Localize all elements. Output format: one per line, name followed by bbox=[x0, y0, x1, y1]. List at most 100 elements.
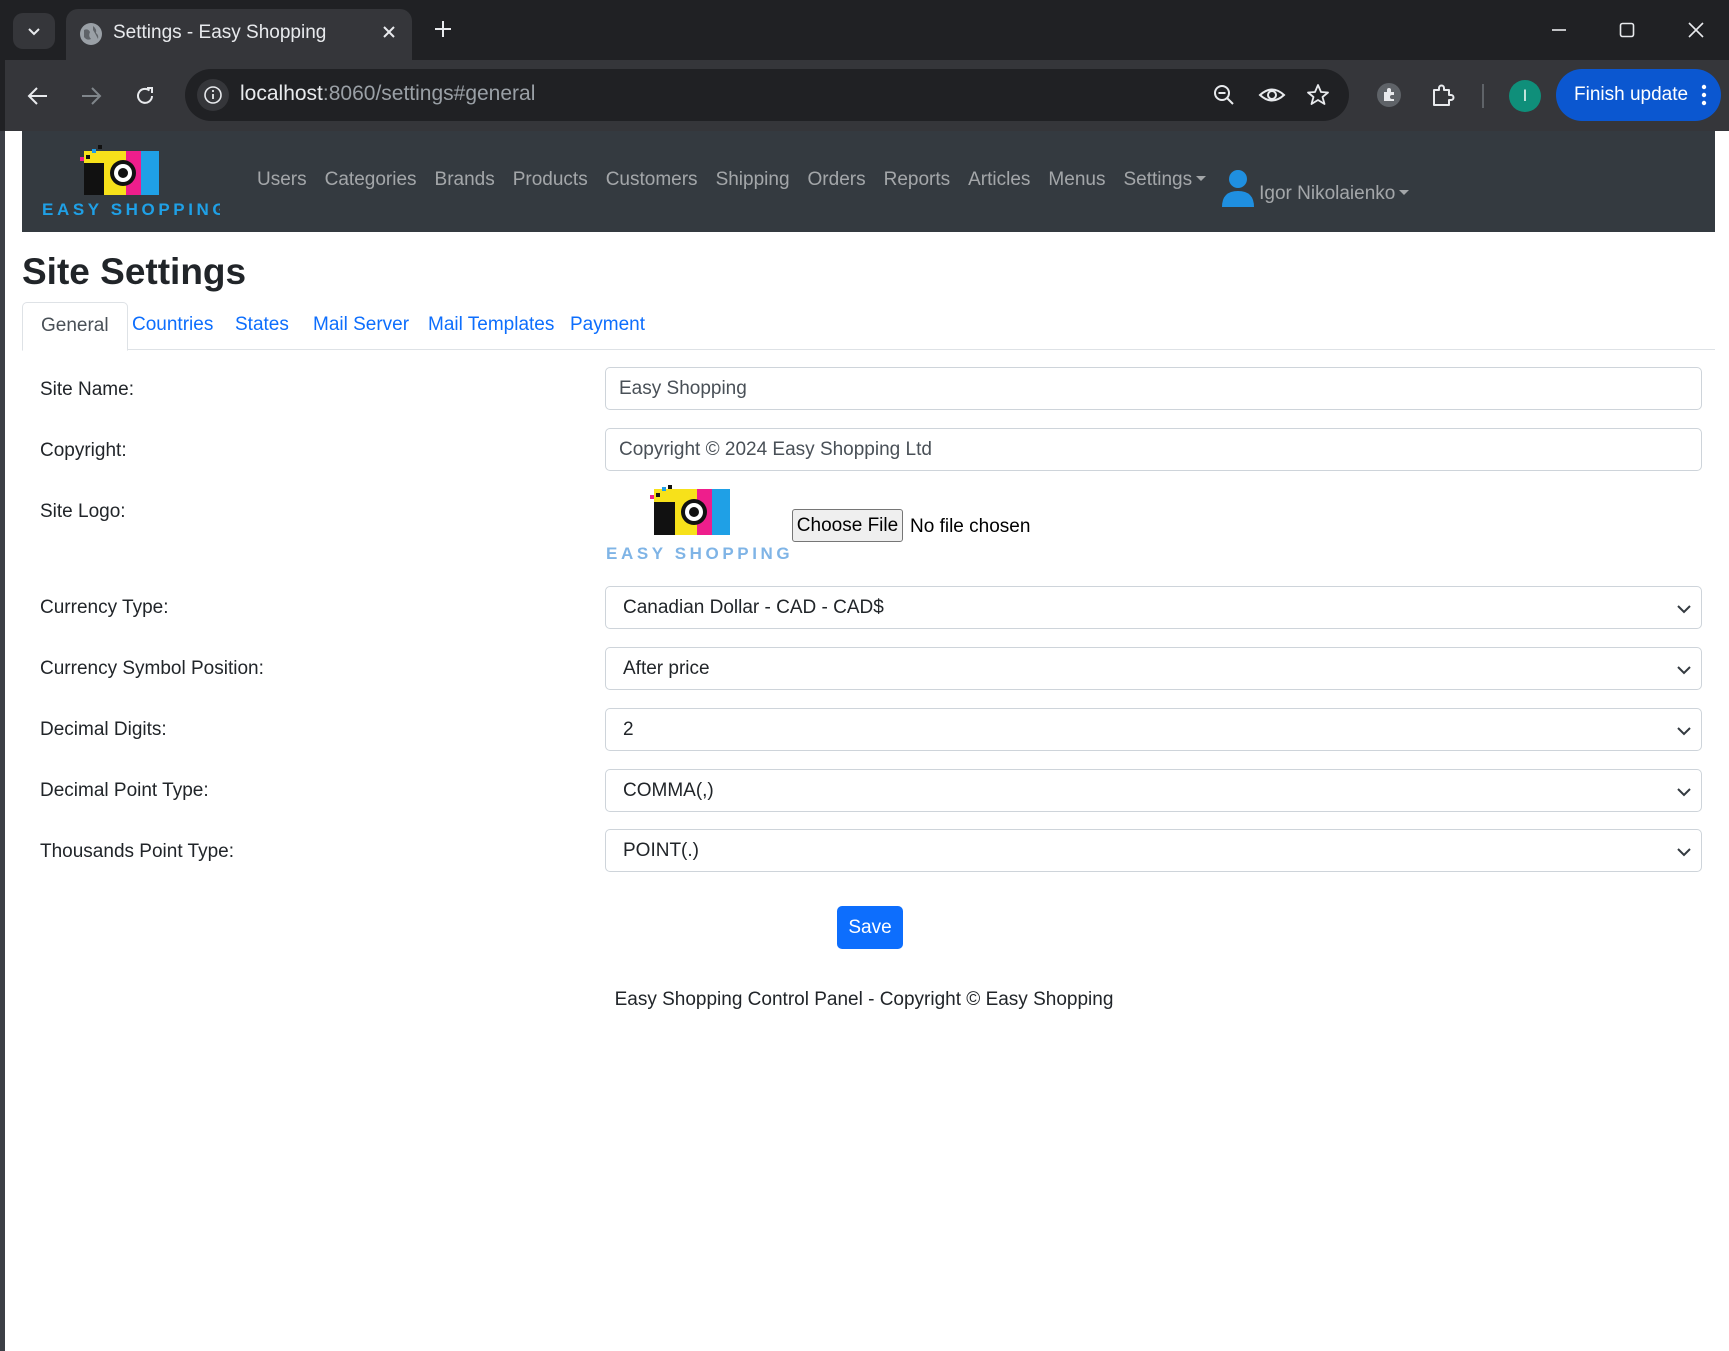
chevron-down-icon bbox=[1677, 788, 1691, 797]
extension-puzzle-icon bbox=[1377, 83, 1401, 107]
nav-dropdown-user[interactable]: Igor Nikolaienko bbox=[1215, 169, 1418, 207]
extensions-menu-button[interactable] bbox=[1425, 77, 1461, 113]
browser-tab-strip: Settings - Easy Shopping bbox=[0, 0, 1729, 60]
symbol-position-value: After price bbox=[623, 658, 710, 679]
thousands-point-value: POINT(.) bbox=[623, 840, 699, 861]
address-bar[interactable]: localhost:8060/settings#general bbox=[185, 69, 1349, 121]
logo-preview-text: EASY SHOPPING bbox=[606, 544, 790, 563]
settings-tabs: General Countries States Mail Server Mai… bbox=[22, 302, 1715, 351]
new-tab-button[interactable] bbox=[428, 14, 458, 44]
user-name: Igor Nikolaienko bbox=[1259, 183, 1409, 204]
toolbar-separator bbox=[1482, 84, 1484, 108]
nav-link-reports[interactable]: Reports bbox=[875, 169, 960, 207]
maximize-button[interactable] bbox=[1605, 12, 1649, 48]
nav-link-shipping[interactable]: Shipping bbox=[707, 169, 799, 207]
forward-button[interactable] bbox=[71, 76, 111, 116]
minimize-icon bbox=[1552, 29, 1566, 31]
copyright-input[interactable]: Copyright © 2024 Easy Shopping Ltd bbox=[605, 428, 1702, 471]
visibility-button[interactable] bbox=[1257, 80, 1287, 110]
nav-link-categories[interactable]: Categories bbox=[316, 169, 426, 207]
finish-update-button[interactable]: Finish update bbox=[1556, 69, 1721, 121]
thousands-point-select[interactable]: POINT(.) bbox=[605, 829, 1702, 872]
finish-update-label: Finish update bbox=[1574, 84, 1689, 105]
symbol-position-label: Currency Symbol Position: bbox=[40, 658, 264, 679]
url-path: :8060/settings#general bbox=[322, 82, 536, 105]
puzzle-icon bbox=[1433, 84, 1455, 106]
choose-file-button[interactable]: Choose File bbox=[792, 509, 903, 542]
tab-payment[interactable]: Payment bbox=[552, 302, 663, 350]
tab-general[interactable]: General bbox=[22, 302, 128, 351]
nav-link-products[interactable]: Products bbox=[504, 169, 597, 207]
nav-links: Users Categories Brands Products Custome… bbox=[248, 169, 1418, 207]
file-status: No file chosen bbox=[910, 516, 1031, 537]
tab-mail-server[interactable]: Mail Server bbox=[295, 302, 427, 350]
page-title: Site Settings bbox=[22, 251, 247, 292]
decimal-digits-select[interactable]: 2 bbox=[605, 708, 1702, 751]
decimal-digits-label: Decimal Digits: bbox=[40, 719, 167, 740]
decimal-point-value: COMMA(,) bbox=[623, 780, 714, 801]
tab-states[interactable]: States bbox=[217, 302, 307, 350]
maximize-icon bbox=[1619, 22, 1635, 38]
eye-icon bbox=[1258, 88, 1286, 102]
site-info-button[interactable] bbox=[197, 79, 229, 111]
back-button[interactable] bbox=[18, 76, 58, 116]
thousands-point-label: Thousands Point Type: bbox=[40, 841, 234, 862]
decimal-point-label: Decimal Point Type: bbox=[40, 780, 209, 801]
currency-type-select[interactable]: Canadian Dollar - CAD - CAD$ bbox=[605, 586, 1702, 629]
easy-shopping-logo: EASY SHOPPING bbox=[42, 145, 226, 219]
tab-countries[interactable]: Countries bbox=[114, 302, 231, 350]
brand-text: EASY SHOPPING bbox=[42, 200, 220, 219]
extension-button[interactable] bbox=[1371, 77, 1407, 113]
currency-type-value: Canadian Dollar - CAD - CAD$ bbox=[623, 597, 884, 618]
minimize-button[interactable] bbox=[1537, 12, 1581, 48]
chevron-down-icon bbox=[28, 28, 40, 36]
tab-mail-templates[interactable]: Mail Templates bbox=[410, 302, 572, 350]
copyright-label: Copyright: bbox=[40, 440, 127, 461]
site-name-input[interactable]: Easy Shopping bbox=[605, 367, 1702, 410]
close-icon bbox=[383, 26, 395, 38]
zoom-out-icon bbox=[1214, 85, 1234, 105]
user-icon bbox=[1222, 170, 1255, 207]
brand-logo[interactable]: EASY SHOPPING bbox=[40, 145, 226, 221]
top-navbar: EASY SHOPPING Users Categories Brands Pr… bbox=[22, 131, 1715, 232]
chevron-down-icon bbox=[1677, 605, 1691, 614]
chevron-down-icon bbox=[1677, 727, 1691, 736]
close-icon bbox=[1688, 22, 1704, 38]
chevron-down-icon bbox=[1677, 666, 1691, 675]
reload-icon bbox=[137, 87, 153, 104]
arrow-right-icon bbox=[82, 87, 102, 105]
site-name-label: Site Name: bbox=[40, 379, 134, 400]
bookmark-button[interactable] bbox=[1303, 80, 1333, 110]
reload-button[interactable] bbox=[125, 76, 165, 116]
arrow-left-icon bbox=[27, 87, 47, 105]
save-button[interactable]: Save bbox=[837, 906, 903, 949]
info-icon bbox=[204, 86, 222, 104]
decimal-point-select[interactable]: COMMA(,) bbox=[605, 769, 1702, 812]
zoom-button[interactable] bbox=[1209, 80, 1239, 110]
nav-link-orders[interactable]: Orders bbox=[799, 169, 875, 207]
plus-icon bbox=[435, 21, 451, 37]
symbol-position-select[interactable]: After price bbox=[605, 647, 1702, 690]
footer-text: Easy Shopping Control Panel - Copyright … bbox=[614, 989, 1114, 1010]
page-content: EASY SHOPPING Users Categories Brands Pr… bbox=[5, 131, 1729, 1351]
url-host: localhost bbox=[240, 82, 323, 105]
star-icon bbox=[1307, 84, 1329, 105]
tab-close-button[interactable] bbox=[376, 19, 402, 45]
profile-avatar[interactable]: I bbox=[1509, 80, 1541, 112]
nav-link-customers[interactable]: Customers bbox=[597, 169, 707, 207]
decimal-digits-value: 2 bbox=[623, 719, 634, 740]
site-logo-label: Site Logo: bbox=[40, 501, 126, 522]
nav-link-brands[interactable]: Brands bbox=[426, 169, 504, 207]
site-logo-preview: EASY SHOPPING bbox=[606, 485, 790, 563]
tab-search-button[interactable] bbox=[13, 13, 55, 49]
nav-dropdown-settings[interactable]: Settings bbox=[1114, 169, 1215, 207]
nav-link-users[interactable]: Users bbox=[248, 169, 316, 207]
nav-link-menus[interactable]: Menus bbox=[1039, 169, 1114, 207]
window-close-button[interactable] bbox=[1674, 12, 1718, 48]
nav-link-articles[interactable]: Articles bbox=[959, 169, 1039, 207]
chevron-down-icon bbox=[1677, 848, 1691, 857]
more-vert-icon bbox=[1701, 84, 1707, 106]
currency-type-label: Currency Type: bbox=[40, 597, 169, 618]
url-text[interactable]: localhost:8060/settings#general bbox=[240, 82, 535, 106]
browser-tab-active[interactable]: Settings - Easy Shopping bbox=[66, 9, 412, 60]
